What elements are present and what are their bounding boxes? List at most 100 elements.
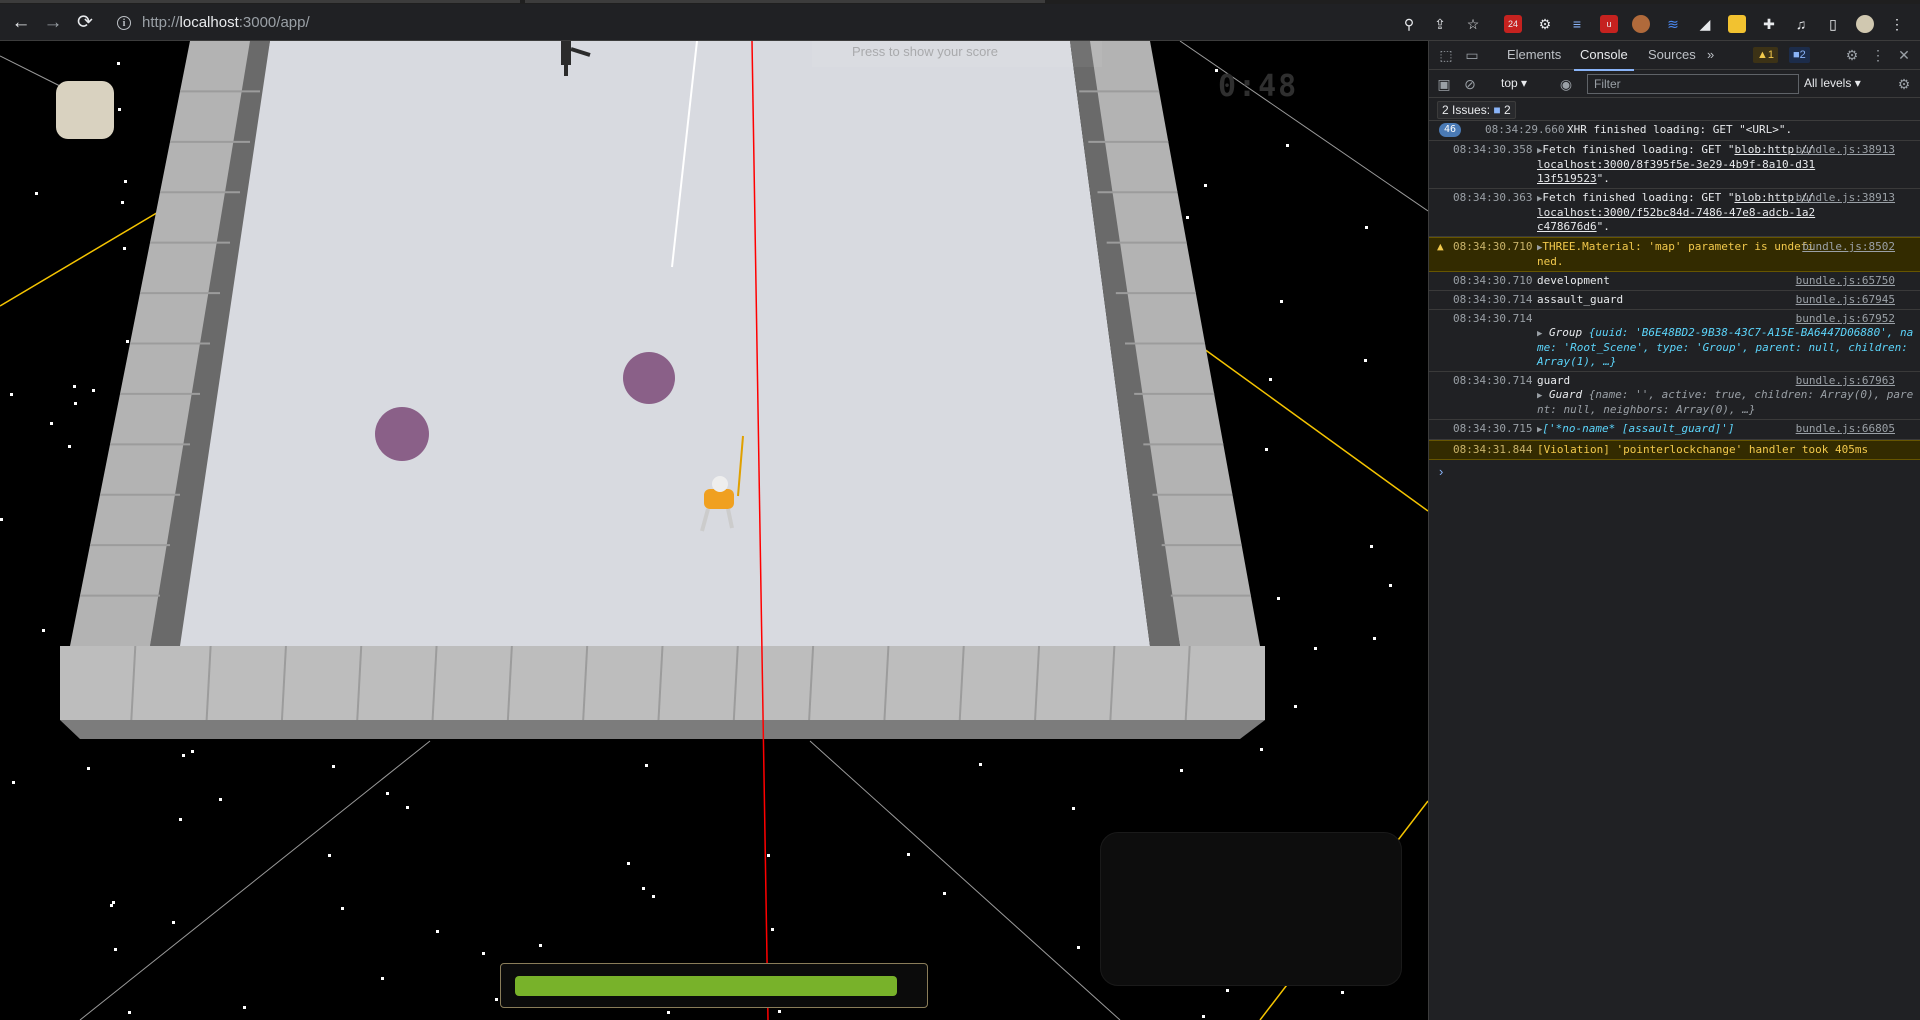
minimap-panel (1100, 832, 1402, 986)
log-message: ['*no-name* [assault_guard]'] (1542, 422, 1735, 435)
object-type: Guard (1549, 388, 1583, 401)
star (110, 904, 113, 907)
console-row[interactable]: 08:34:30.715 bundle.js:66805 ▶['*no-name… (1429, 420, 1920, 440)
back-icon[interactable]: ← (8, 10, 34, 36)
log-timestamp: 08:34:30.715 (1453, 422, 1533, 435)
log-source-link[interactable]: bundle.js:38913 (1796, 191, 1895, 205)
console-row[interactable]: 08:34:30.363 bundle.js:38913 ▶Fetch fini… (1429, 189, 1920, 237)
log-source-link[interactable]: bundle.js:67963 (1796, 374, 1895, 388)
media-icon[interactable]: ♫ (1792, 15, 1810, 33)
car-extension-icon[interactable]: ◢ (1696, 15, 1714, 33)
console-messages: 46 08:34:29.660 XHR finished loading: GE… (1429, 121, 1920, 483)
log-source-link[interactable]: bundle.js:8502 (1802, 240, 1895, 254)
puzzle-icon[interactable]: ✚ (1760, 15, 1778, 33)
ublock-icon[interactable]: u (1600, 15, 1618, 33)
console-prompt[interactable]: › (1429, 460, 1920, 483)
star (943, 892, 946, 895)
bars-extension-icon[interactable]: ≡ (1568, 15, 1586, 33)
game-canvas[interactable]: Press to show your score 0:48 (0, 41, 1428, 1020)
star (1365, 226, 1368, 229)
log-message: Fetch finished loading: GET " (1542, 143, 1735, 156)
log-levels-select[interactable]: All levels ▾ (1804, 76, 1861, 90)
console-row[interactable]: 08:34:30.710 bundle.js:65750 development (1429, 272, 1920, 291)
inspect-element-icon[interactable]: ⬚ (1437, 47, 1455, 63)
log-source-link[interactable]: bundle.js:67945 (1796, 293, 1895, 307)
console-row[interactable]: 08:34:30.358 bundle.js:38913 ▶Fetch fini… (1429, 141, 1920, 189)
star (1077, 946, 1080, 949)
console-row-warning[interactable]: ▲ 08:34:30.710 bundle.js:8502 ▶THREE.Mat… (1429, 237, 1920, 272)
log-levels-value: All levels (1804, 76, 1852, 90)
mail-extension-icon[interactable]: 24 (1504, 15, 1522, 33)
messages-badge[interactable]: ■2 (1789, 47, 1810, 63)
console-row[interactable]: 46 08:34:29.660 XHR finished loading: GE… (1429, 121, 1920, 141)
star (645, 764, 648, 767)
console-row[interactable]: 08:34:30.714 bundle.js:67952 ▶ Group {uu… (1429, 310, 1920, 372)
log-timestamp: 08:34:29.660 (1485, 123, 1565, 136)
log-message: Fetch finished loading: GET " (1542, 191, 1735, 204)
share-icon[interactable]: ⇪ (1431, 15, 1449, 33)
star (243, 1006, 246, 1009)
bookmark-star-icon[interactable]: ☆ (1464, 15, 1482, 33)
grid-line (79, 740, 431, 1020)
address-bar[interactable]: http://localhost:3000/app/ (142, 14, 310, 31)
guide-line (0, 210, 161, 307)
log-source-link[interactable]: bundle.js:38913 (1796, 143, 1895, 157)
ability-slot[interactable] (56, 81, 114, 139)
log-source-link[interactable]: bundle.js:66805 (1796, 422, 1895, 436)
tab-console[interactable]: Console (1574, 41, 1634, 71)
warnings-badge[interactable]: ▲1 (1753, 47, 1779, 63)
issues-label: 2 Issues: (1442, 103, 1491, 117)
note-extension-icon[interactable] (1728, 15, 1746, 33)
log-source-link[interactable]: bundle.js:65750 (1796, 274, 1895, 288)
close-devtools-icon[interactable]: ✕ (1895, 47, 1913, 63)
star (642, 887, 645, 890)
gear-extension-icon[interactable]: ⚙ (1536, 15, 1554, 33)
devtools-panel: ⬚ ▭ Elements Console Sources » ▲1 ■2 ⚙ ⋮… (1428, 41, 1920, 1020)
arena-floor (150, 41, 1150, 646)
clear-console-icon[interactable]: ⊘ (1461, 76, 1479, 92)
star (667, 1011, 670, 1014)
expand-triangle-icon[interactable]: ▶ (1537, 329, 1542, 339)
menu-kebab-icon[interactable]: ⋮ (1888, 15, 1906, 33)
tab[interactable] (0, 0, 520, 3)
devtools-menu-icon[interactable]: ⋮ (1869, 47, 1887, 63)
more-tabs-button[interactable]: » (1701, 41, 1720, 69)
tab-sources[interactable]: Sources (1642, 41, 1702, 69)
device-toolbar-icon[interactable]: ▭ (1463, 47, 1481, 63)
live-expression-eye-icon[interactable]: ◉ (1557, 76, 1575, 92)
sidepanel-icon[interactable]: ▯ (1824, 15, 1842, 33)
forward-icon[interactable]: → (40, 10, 66, 36)
settings-gear-icon[interactable]: ⚙ (1843, 47, 1861, 63)
site-info-icon[interactable]: i (117, 16, 131, 30)
star (182, 754, 185, 757)
log-source-link[interactable]: bundle.js:67952 (1796, 312, 1895, 326)
star (1072, 807, 1075, 810)
star (1269, 378, 1272, 381)
profile-avatar[interactable] (1856, 15, 1874, 33)
expand-triangle-icon[interactable]: ▶ (1537, 391, 1542, 401)
console-filter-input[interactable] (1587, 74, 1799, 94)
star (627, 862, 630, 865)
log-message-end: ". (1596, 172, 1610, 185)
tab-elements[interactable]: Elements (1501, 41, 1567, 69)
context-select[interactable]: top ▾ (1501, 76, 1527, 90)
issues-button[interactable]: 2 Issues: ■ 2 (1437, 101, 1516, 119)
star (1202, 1015, 1205, 1018)
star (117, 62, 120, 65)
log-timestamp: 08:34:30.358 (1453, 143, 1533, 156)
log-timestamp: 08:34:30.710 (1453, 240, 1533, 253)
face-extension-icon[interactable] (1632, 15, 1650, 33)
issues-message-icon: ■ (1493, 103, 1501, 117)
tab[interactable] (525, 0, 1045, 3)
console-settings-icon[interactable]: ⚙ (1895, 76, 1913, 92)
console-row[interactable]: 08:34:30.714 bundle.js:67963 guard ▶ Guar… (1429, 372, 1920, 420)
wave-extension-icon[interactable]: ≋ (1664, 15, 1682, 33)
star (778, 1010, 781, 1013)
zoom-icon[interactable]: ⚲ (1400, 15, 1418, 33)
reload-icon[interactable]: ⟳ (72, 10, 98, 36)
sidebar-toggle-icon[interactable]: ▣ (1435, 76, 1453, 92)
console-row[interactable]: 08:34:30.714 bundle.js:67945 assault_gua… (1429, 291, 1920, 310)
log-timestamp: 08:34:31.844 (1453, 443, 1533, 456)
message-icon: ■ (1793, 49, 1800, 61)
console-row-violation[interactable]: 08:34:31.844 [Violation] 'pointerlockcha… (1429, 440, 1920, 460)
